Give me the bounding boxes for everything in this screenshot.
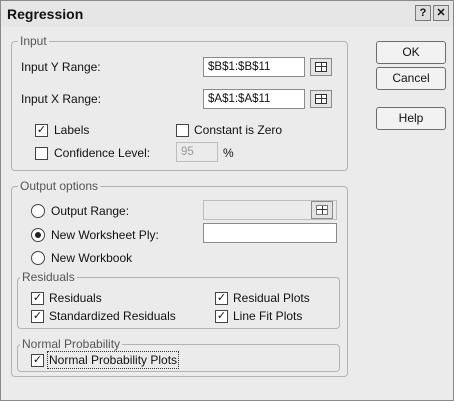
- new-worksheet-ply-radio[interactable]: [31, 228, 45, 242]
- percent-label: %: [223, 146, 234, 160]
- range-select-icon: [316, 205, 328, 215]
- normal-probability-legend: Normal Probability: [20, 337, 123, 351]
- confidence-level-field[interactable]: 95: [176, 142, 218, 162]
- standardized-residuals-checkbox[interactable]: ✓: [31, 310, 44, 323]
- normal-probability-plots-label: Normal Probability Plots: [46, 351, 180, 369]
- constant-zero-checkbox[interactable]: [176, 124, 189, 137]
- input-y-range-label: Input Y Range:: [21, 60, 101, 74]
- input-x-range-label: Input X Range:: [21, 92, 102, 106]
- constant-zero-label: Constant is Zero: [194, 123, 283, 137]
- input-group-legend: Input: [18, 34, 49, 48]
- labels-checkbox[interactable]: ✓: [35, 124, 48, 137]
- help-button[interactable]: Help: [376, 107, 446, 130]
- normal-probability-plots-checkbox[interactable]: ✓: [31, 354, 44, 367]
- confidence-level-label: Confidence Level:: [54, 146, 151, 160]
- dialog-title: Regression: [7, 6, 84, 22]
- input-y-range-collapse-button[interactable]: [310, 58, 332, 76]
- standardized-residuals-label: Standardized Residuals: [49, 309, 176, 323]
- new-worksheet-ply-label: New Worksheet Ply:: [51, 228, 159, 242]
- confidence-level-checkbox[interactable]: [35, 147, 48, 160]
- line-fit-plots-checkbox[interactable]: ✓: [215, 310, 228, 323]
- radio-selected-dot: [35, 232, 41, 238]
- title-bar: Regression ? ✕: [1, 1, 453, 27]
- residual-plots-checkbox[interactable]: ✓: [215, 292, 228, 305]
- ok-button[interactable]: OK: [376, 41, 446, 64]
- residuals-checkbox[interactable]: ✓: [31, 292, 44, 305]
- line-fit-plots-label: Line Fit Plots: [233, 309, 303, 323]
- new-workbook-label: New Workbook: [51, 251, 133, 265]
- output-range-label: Output Range:: [51, 204, 130, 218]
- input-y-range-field[interactable]: $B$1:$B$11: [203, 57, 305, 77]
- input-x-range-field[interactable]: $A$1:$A$11: [203, 89, 305, 109]
- output-range-collapse-button[interactable]: [311, 201, 333, 219]
- input-x-range-collapse-button[interactable]: [310, 90, 332, 108]
- regression-dialog: Regression ? ✕ Input Input Y Range: $B$1…: [0, 0, 454, 401]
- labels-label: Labels: [54, 123, 90, 137]
- output-options-legend: Output options: [18, 179, 101, 193]
- help-icon[interactable]: ?: [415, 5, 431, 21]
- range-select-icon: [315, 62, 327, 72]
- residuals-legend: Residuals: [20, 270, 77, 284]
- cancel-button[interactable]: Cancel: [376, 67, 446, 90]
- new-worksheet-ply-field[interactable]: [203, 223, 337, 243]
- output-range-radio[interactable]: [31, 204, 45, 218]
- new-workbook-radio[interactable]: [31, 251, 45, 265]
- residual-plots-label: Residual Plots: [233, 291, 310, 305]
- residuals-label: Residuals: [49, 291, 102, 305]
- range-select-icon: [315, 94, 327, 104]
- close-icon[interactable]: ✕: [433, 5, 449, 21]
